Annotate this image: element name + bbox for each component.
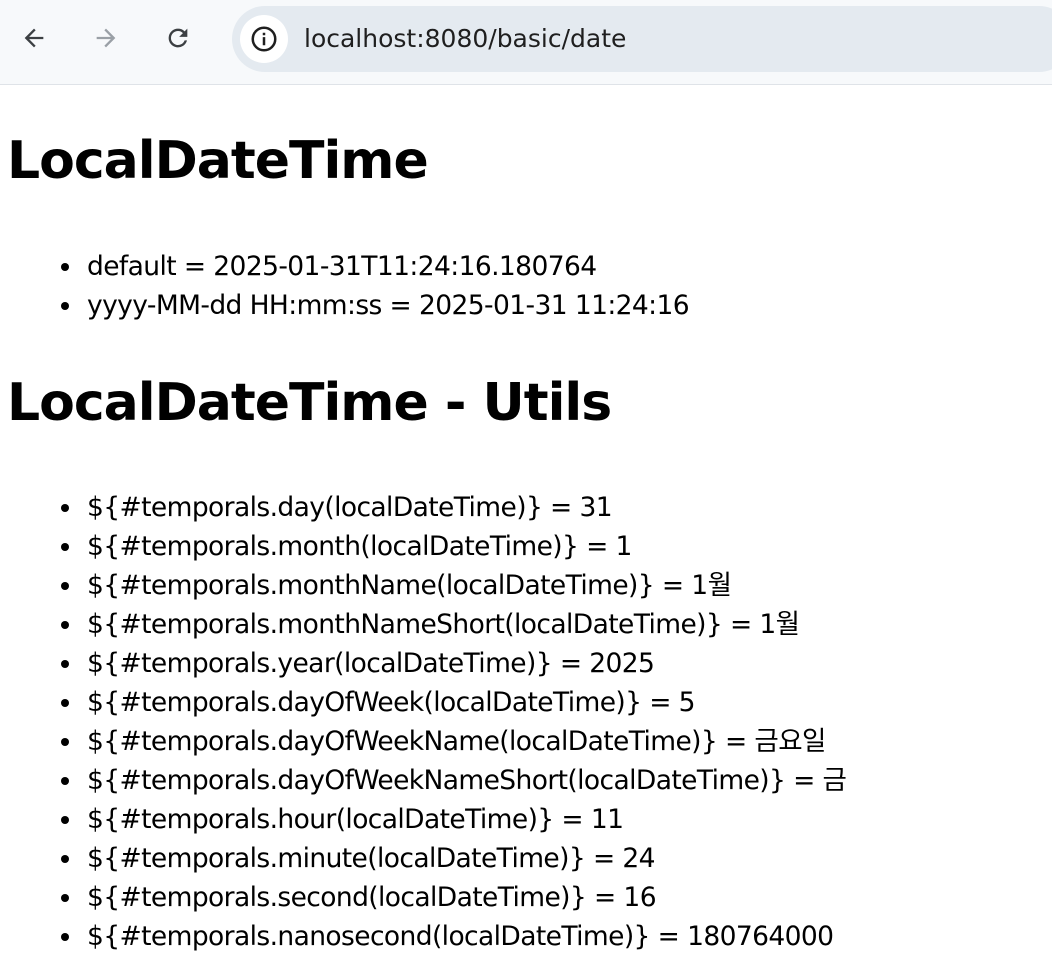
back-arrow-icon [24, 28, 44, 48]
list-item: ${#temporals.minute(localDateTime)} = 24 [60, 839, 846, 878]
site-info-button[interactable] [240, 15, 288, 63]
list-item: ${#temporals.dayOfWeekNameShort(localDat… [60, 761, 847, 800]
list-item: ${#temporals.hour(localDateTime)} = 11 [60, 800, 846, 839]
info-icon [251, 26, 277, 52]
forward-button[interactable] [88, 20, 124, 56]
section-title-localdatetime: LocalDateTime [7, 131, 429, 191]
list-item: ${#temporals.monthName(localDateTime)} =… [60, 566, 846, 605]
list-item: yyyy-MM-dd HH:mm:ss = 2025-01-31 11:24:1… [60, 286, 690, 325]
list-item: ${#temporals.month(localDateTime)} = 1 [60, 527, 846, 566]
list-item: ${#temporals.year(localDateTime)} = 2025 [60, 644, 846, 683]
address-bar[interactable]: localhost:8080/basic/date [232, 6, 1052, 72]
browser-toolbar: localhost:8080/basic/date [0, 0, 1052, 85]
list-item: ${#temporals.second(localDateTime)} = 16 [60, 878, 846, 917]
forward-arrow-icon [96, 28, 116, 48]
url-text[interactable]: localhost:8080/basic/date [304, 23, 626, 55]
list-item: ${#temporals.monthNameShort(localDateTim… [60, 605, 846, 644]
utils-list: ${#temporals.day(localDateTime)} = 31 ${… [60, 488, 847, 956]
back-button[interactable] [16, 20, 52, 56]
list-item: ${#temporals.nanosecond(localDateTime)} … [60, 917, 846, 956]
list-item: default = 2025-01-31T11:24:16.180764 [60, 247, 689, 286]
list-item: ${#temporals.day(localDateTime)} = 31 [60, 488, 846, 527]
reload-icon [168, 28, 188, 48]
section-title-localdatetime-utils: LocalDateTime - Utils [7, 373, 612, 433]
list-item: ${#temporals.dayOfWeekName(localDateTime… [60, 722, 846, 761]
reload-button[interactable] [160, 20, 196, 56]
list-item: ${#temporals.dayOfWeek(localDateTime)} =… [60, 683, 846, 722]
localdatetime-list: default = 2025-01-31T11:24:16.180764 yyy… [60, 247, 690, 325]
